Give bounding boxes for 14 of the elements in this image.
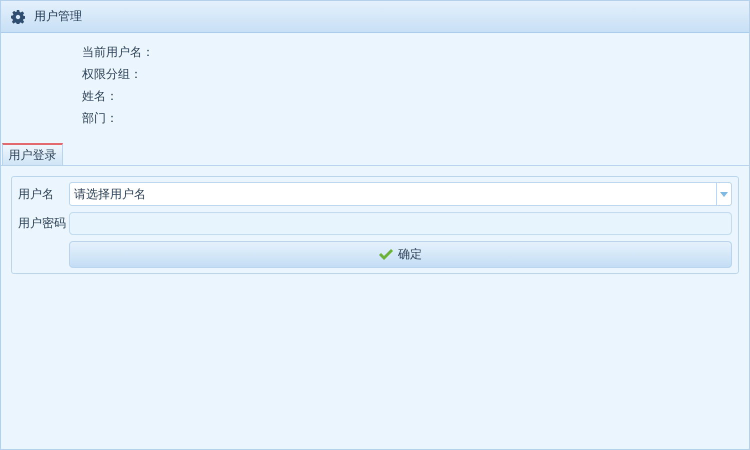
info-label: 部门： (82, 110, 119, 126)
field-label: 用户密码 (18, 215, 67, 232)
info-label: 权限分组： (82, 66, 143, 82)
password-field[interactable] (69, 212, 732, 235)
gear-icon (11, 10, 25, 24)
dropdown-arrow-icon (720, 192, 728, 196)
panel-title: 用户管理 (34, 8, 82, 25)
info-label: 姓名： (82, 88, 119, 104)
field-label: 用户名 (18, 186, 55, 202)
confirm-button[interactable]: 确定 (69, 241, 732, 268)
tab[interactable]: 用户登录 (2, 143, 63, 165)
checkmark-icon (379, 249, 393, 260)
username-dropdown[interactable]: 请选择用户名 (69, 182, 732, 206)
info-label: 当前用户名： (82, 44, 155, 60)
